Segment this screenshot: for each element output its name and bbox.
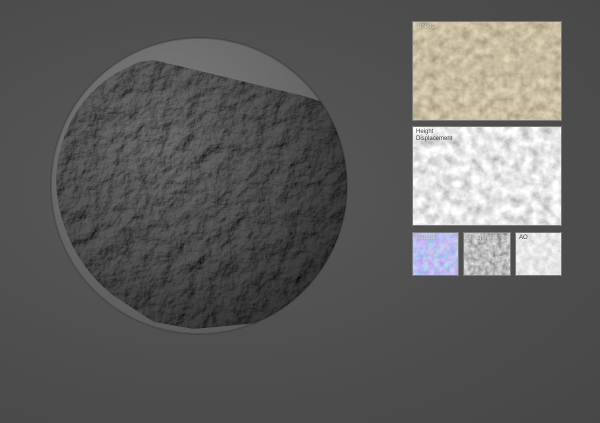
material-preview-viewport: Albedo Height Displacement Normal Roughn…	[0, 0, 600, 423]
sphere-render	[50, 37, 348, 335]
roughness-label: Roughness	[467, 235, 498, 241]
height-label: Height Displacement	[416, 129, 453, 142]
albedo-texture	[413, 22, 561, 120]
roughness-map-thumbnail[interactable]: Roughness	[463, 232, 511, 276]
normal-map-thumbnail[interactable]: Normal	[412, 232, 459, 276]
albedo-map-thumbnail[interactable]: Albedo	[412, 21, 562, 121]
height-map-thumbnail[interactable]: Height Displacement	[412, 126, 562, 226]
material-sphere-preview[interactable]	[44, 34, 358, 338]
rock-surface	[56, 60, 347, 329]
ao-label: AO	[519, 235, 528, 241]
normal-label: Normal	[416, 235, 436, 241]
ao-map-thumbnail[interactable]: AO	[515, 232, 562, 276]
albedo-label: Albedo	[416, 24, 435, 30]
